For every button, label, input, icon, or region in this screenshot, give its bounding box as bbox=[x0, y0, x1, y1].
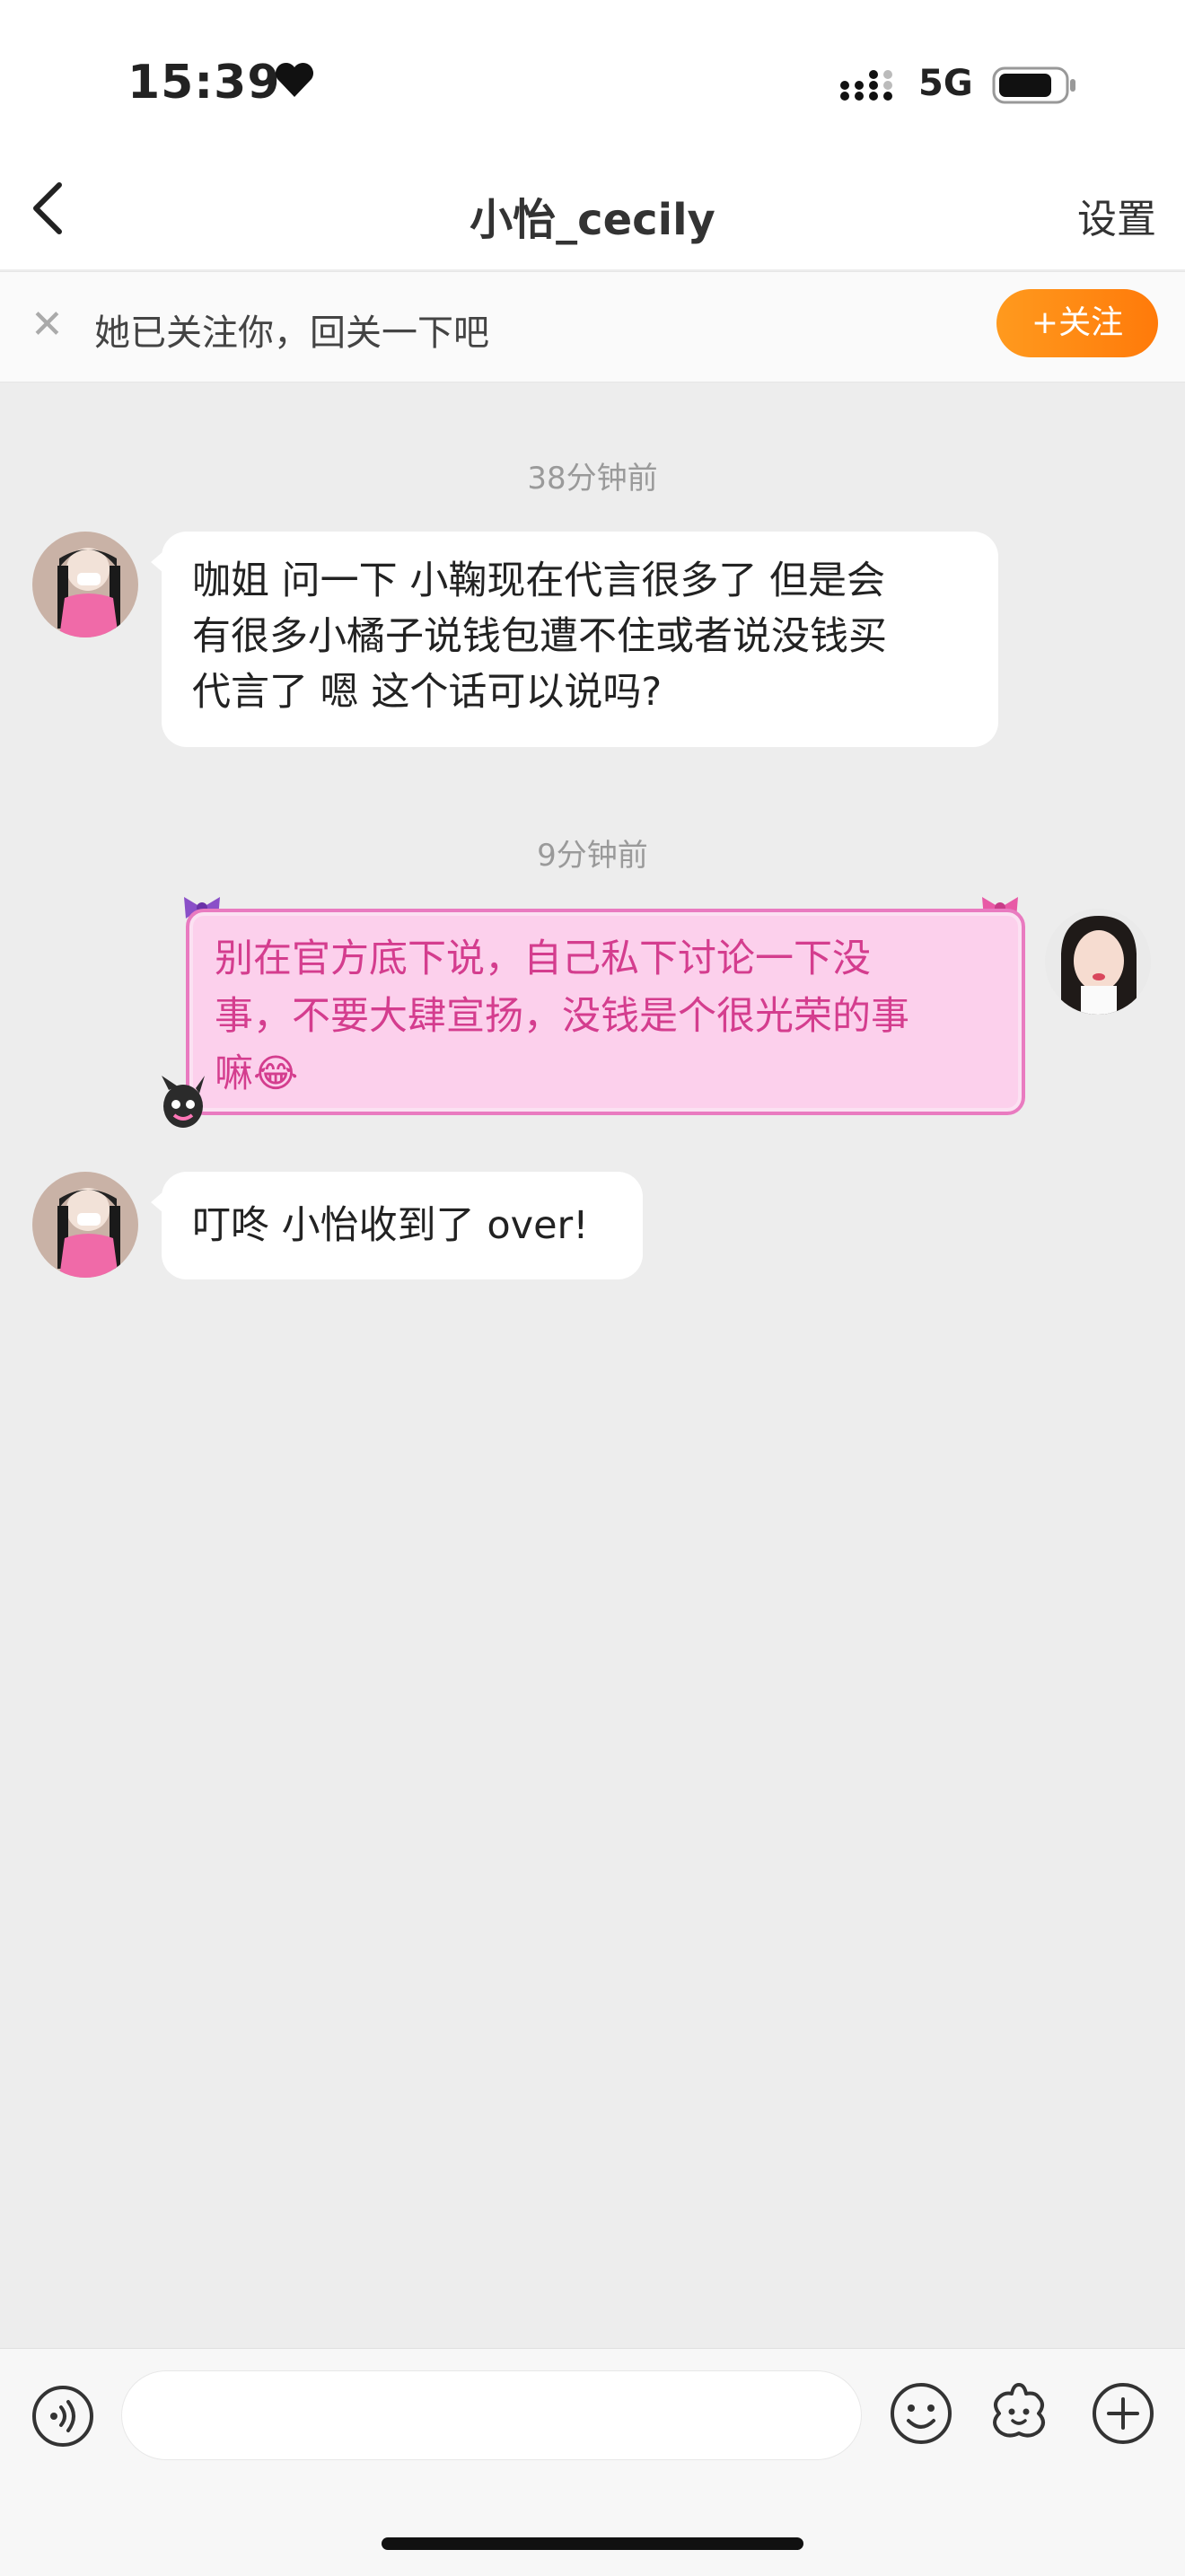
plus-icon[interactable] bbox=[1091, 2381, 1155, 2449]
sticker-icon[interactable] bbox=[985, 2379, 1053, 2451]
message-line: 有很多小橘子说钱包遭不住或者说没钱买 bbox=[192, 614, 887, 659]
message-line: 嘛 bbox=[215, 1051, 253, 1096]
message-input[interactable] bbox=[121, 2370, 862, 2460]
close-icon[interactable]: ✕ bbox=[31, 305, 64, 345]
battery-icon bbox=[992, 66, 1078, 108]
heart-icon bbox=[274, 61, 315, 102]
chat-title: 小怡_cecily bbox=[470, 195, 715, 245]
follow-button[interactable]: +关注 bbox=[996, 289, 1158, 357]
laughing-emoji: 😂 bbox=[253, 1051, 299, 1096]
message-bubble-mine[interactable]: 别在官方底下说，自己私下讨论一下没 事，不要大肆宣扬，没钱是个很光荣的事 嘛😂 bbox=[186, 909, 1025, 1115]
voice-icon[interactable] bbox=[31, 2384, 95, 2452]
timestamp: 9分钟前 bbox=[537, 838, 648, 874]
settings-button[interactable]: 设置 bbox=[1077, 187, 1156, 244]
status-time: 15:39 bbox=[127, 56, 281, 110]
avatar[interactable] bbox=[32, 1172, 138, 1278]
banner-text: 她已关注你，回关一下吧 bbox=[94, 312, 489, 354]
network-type: 5G bbox=[918, 63, 973, 104]
signal-icon bbox=[839, 66, 902, 106]
cartoon-decoration-icon bbox=[153, 1074, 215, 1137]
my-avatar[interactable] bbox=[1045, 909, 1151, 1015]
avatar[interactable] bbox=[32, 532, 138, 637]
message-line: 代言了 嗯 这个话可以说吗? bbox=[192, 670, 663, 715]
home-indicator bbox=[382, 2537, 803, 2550]
message-bubble[interactable]: 咖姐 问一下 小鞠现在代言很多了 但是会 有很多小橘子说钱包遭不住或者说没钱买 … bbox=[151, 532, 998, 747]
emoji-icon[interactable] bbox=[889, 2381, 953, 2449]
message-line: 咖姐 问一下 小鞠现在代言很多了 但是会 bbox=[192, 558, 886, 603]
message-line: 叮咚 小怡收到了 over! bbox=[192, 1203, 589, 1248]
message-line: 事，不要大肆宣扬，没钱是个很光荣的事 bbox=[215, 994, 909, 1039]
message-bubble[interactable]: 叮咚 小怡收到了 over! bbox=[151, 1172, 643, 1279]
message-line: 别在官方底下说，自己私下讨论一下没 bbox=[215, 936, 871, 981]
timestamp: 38分钟前 bbox=[527, 461, 658, 497]
